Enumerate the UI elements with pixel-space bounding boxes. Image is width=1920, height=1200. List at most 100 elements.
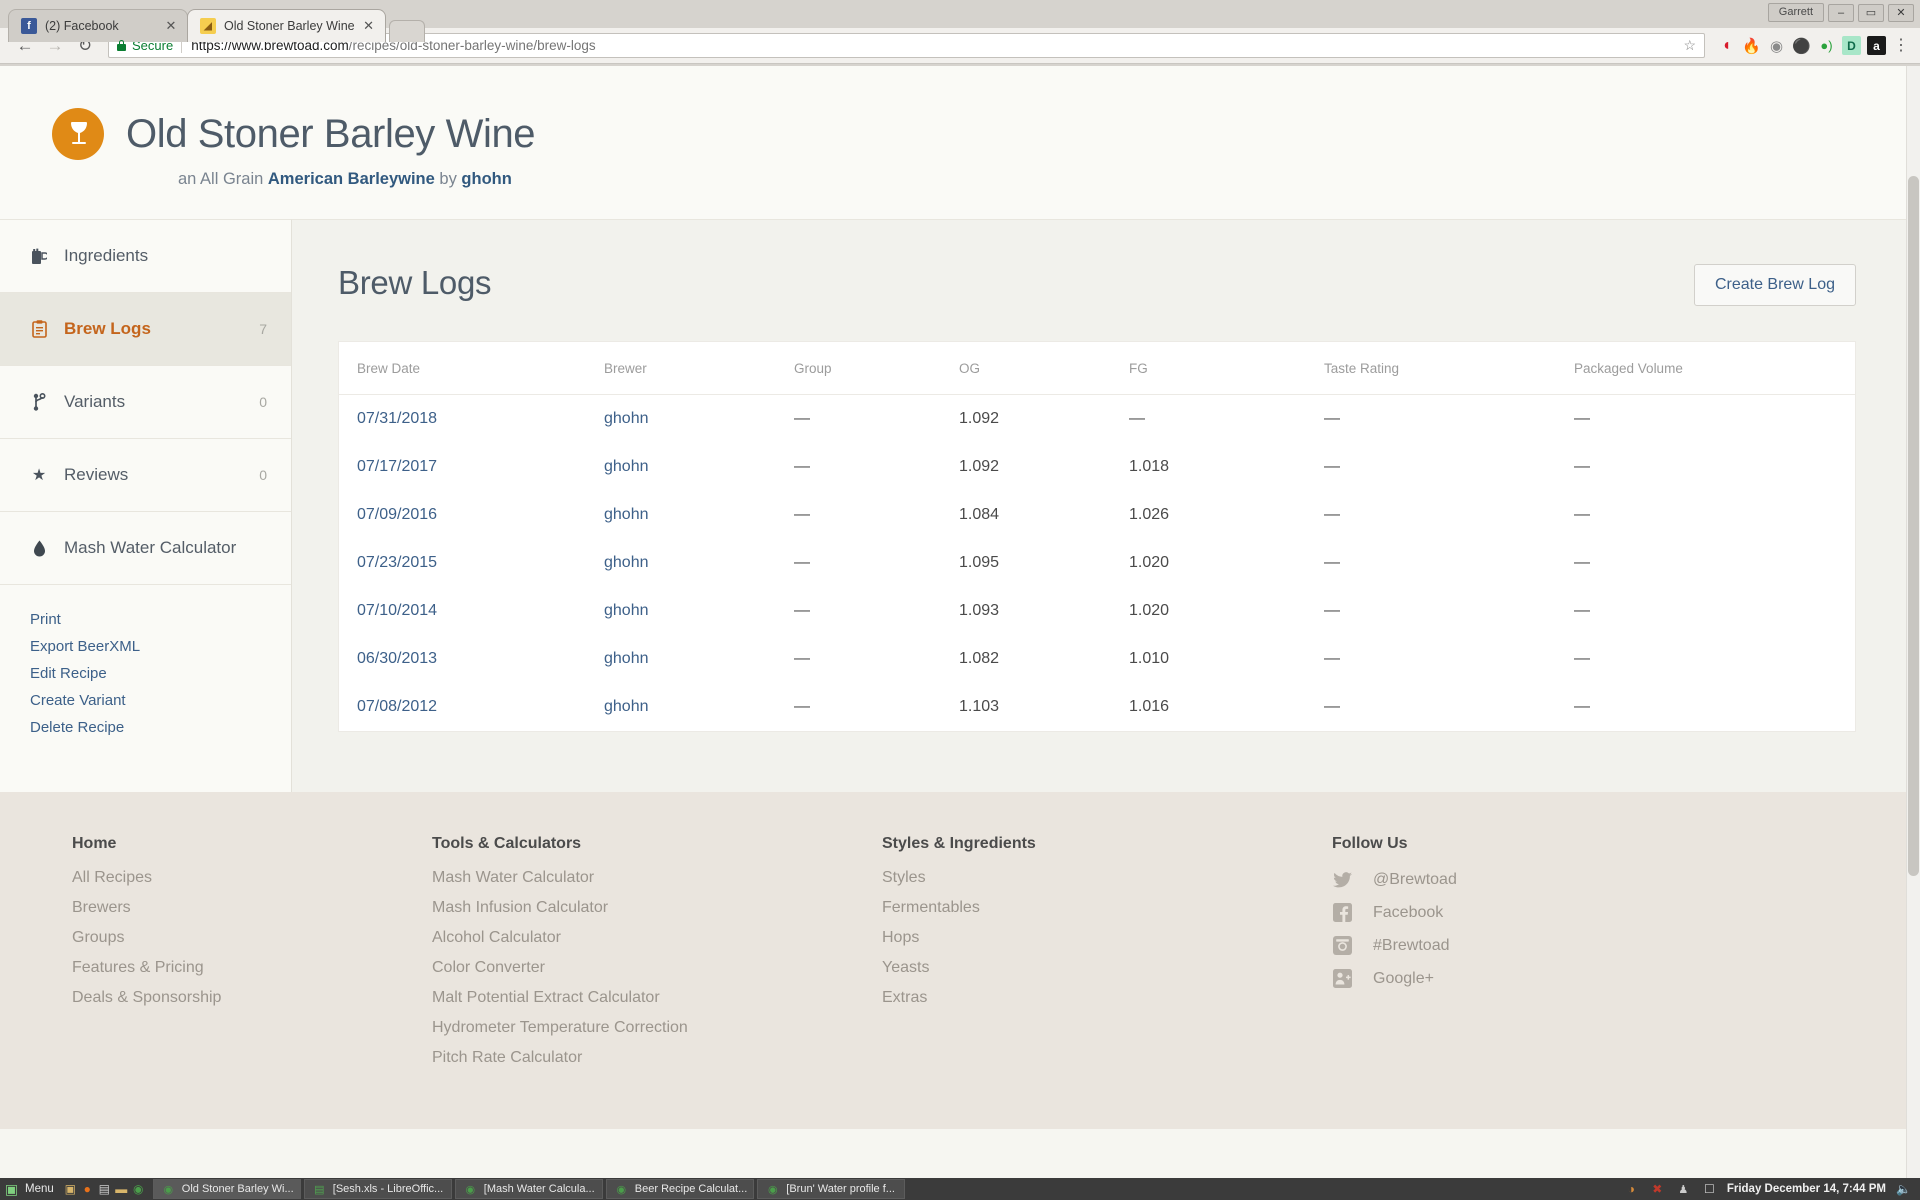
brew-date-link[interactable]: 07/23/2015 [357, 554, 437, 571]
opera-vpn-icon[interactable]: ◖ [1717, 36, 1736, 55]
sidebar-item-ingredients[interactable]: Ingredients [0, 220, 291, 293]
brew-date-link[interactable]: 07/08/2012 [357, 698, 437, 715]
social-link-facebook[interactable]: Facebook [1332, 902, 1732, 923]
brewer-link[interactable]: ghohn [604, 506, 649, 523]
column-header-group[interactable]: Group [794, 342, 959, 395]
footer-link-all-recipes[interactable]: All Recipes [72, 869, 432, 887]
terminal-icon[interactable]: ▤ [96, 1181, 113, 1198]
column-header-packaged-volume[interactable]: Packaged Volume [1574, 342, 1855, 395]
minimize-button[interactable]: – [1828, 3, 1854, 22]
amazon-icon[interactable]: a [1867, 36, 1886, 55]
recipe-author-link[interactable]: ghohn [461, 170, 511, 188]
create-variant-link[interactable]: Create Variant [30, 692, 291, 709]
footer-link-features-pricing[interactable]: Features & Pricing [72, 959, 432, 977]
footer-link-deals-sponsorship[interactable]: Deals & Sponsorship [72, 989, 432, 1007]
footer-link-fermentables[interactable]: Fermentables [882, 899, 1332, 917]
scrollbar-thumb[interactable] [1908, 176, 1919, 876]
brew-date-link[interactable]: 07/17/2017 [357, 458, 437, 475]
volume-icon[interactable]: 🔈 [1895, 1181, 1912, 1198]
brew-date-link[interactable]: 07/09/2016 [357, 506, 437, 523]
create-brew-log-button[interactable]: Create Brew Log [1693, 264, 1856, 306]
footer-link-groups[interactable]: Groups [72, 929, 432, 947]
brewer-link[interactable]: ghohn [604, 602, 649, 619]
brewer-link[interactable]: ghohn [604, 410, 649, 427]
firefox-icon[interactable]: ● [79, 1181, 96, 1198]
footer-link-alcohol-calculator[interactable]: Alcohol Calculator [432, 929, 882, 947]
sidebar-item-mash-water-calculator[interactable]: Mash Water Calculator [0, 512, 291, 585]
folder-icon[interactable]: ▬ [113, 1181, 130, 1198]
cell-brew-date: 07/31/2018 [339, 395, 604, 444]
footer-link-extras[interactable]: Extras [882, 989, 1332, 1007]
footer-link-brewers[interactable]: Brewers [72, 899, 432, 917]
close-icon[interactable]: ✕ [163, 18, 179, 34]
taskbar-item-libreoffice[interactable]: ▤ [Sesh.xls - LibreOffic... [303, 1179, 452, 1199]
column-header-brew-date[interactable]: Brew Date [339, 342, 604, 395]
maximize-button[interactable]: ▭ [1858, 3, 1884, 22]
column-header-brewer[interactable]: Brewer [604, 342, 794, 395]
film-reel-icon[interactable]: ◉ [1767, 36, 1786, 55]
table-row[interactable]: 07/23/2015 ghohn — 1.095 1.020 — — [339, 539, 1855, 587]
table-row[interactable]: 07/31/2018 ghohn — 1.092 — — — [339, 395, 1855, 444]
brew-date-link[interactable]: 06/30/2013 [357, 650, 437, 667]
brewer-link[interactable]: ghohn [604, 698, 649, 715]
brewer-link[interactable]: ghohn [604, 458, 649, 475]
footer-link-yeasts[interactable]: Yeasts [882, 959, 1332, 977]
chrome-icon[interactable]: ◉ [130, 1181, 147, 1198]
weather-icon[interactable]: ◑ [1623, 1181, 1640, 1198]
column-header-taste-rating[interactable]: Taste Rating [1324, 342, 1574, 395]
start-menu-button[interactable]: ▣ Menu [0, 1178, 62, 1200]
signal-icon[interactable]: ●) [1817, 36, 1836, 55]
dashlane-icon[interactable]: D [1842, 36, 1861, 55]
table-row[interactable]: 06/30/2013 ghohn — 1.082 1.010 — — [339, 635, 1855, 683]
close-button[interactable]: ✕ [1888, 3, 1914, 22]
sidebar-item-variants[interactable]: Variants 0 [0, 366, 291, 439]
flame-icon[interactable]: 🔥 [1742, 36, 1761, 55]
delete-recipe-link[interactable]: Delete Recipe [30, 719, 291, 736]
footer-link-pitch-rate-calculator[interactable]: Pitch Rate Calculator [432, 1049, 882, 1067]
files-icon[interactable]: ▣ [62, 1181, 79, 1198]
user-label[interactable]: Garrett [1767, 3, 1824, 22]
print-link[interactable]: Print [30, 611, 291, 628]
brewer-link[interactable]: ghohn [604, 554, 649, 571]
footer-link-hydrometer-temperature-correction[interactable]: Hydrometer Temperature Correction [432, 1019, 882, 1037]
user-icon[interactable]: ♟ [1675, 1181, 1692, 1198]
table-row[interactable]: 07/08/2012 ghohn — 1.103 1.016 — — [339, 683, 1855, 731]
column-header-og[interactable]: OG [959, 342, 1129, 395]
shield-icon[interactable]: ✖ [1649, 1181, 1666, 1198]
recipe-style-link[interactable]: American Barleywine [268, 170, 435, 188]
display-icon[interactable]: ☐ [1701, 1181, 1718, 1198]
footer-link-mash-infusion-calculator[interactable]: Mash Infusion Calculator [432, 899, 882, 917]
footer-link-mash-water-calculator[interactable]: Mash Water Calculator [432, 869, 882, 887]
sidebar-item-brew-logs[interactable]: Brew Logs 7 [0, 293, 291, 366]
taskbar-item-mash-water[interactable]: ◉ [Mash Water Calcula... [454, 1179, 603, 1199]
clock[interactable]: Friday December 14, 7:44 PM [1727, 1183, 1886, 1195]
taskbar-item-beer-recipe[interactable]: ◉ Beer Recipe Calculat... [605, 1179, 755, 1199]
footer-link-hops[interactable]: Hops [882, 929, 1332, 947]
brewer-link[interactable]: ghohn [604, 650, 649, 667]
taskbar-item-brewtoad[interactable]: ◉ Old Stoner Barley Wi... [152, 1179, 301, 1199]
table-row[interactable]: 07/17/2017 ghohn — 1.092 1.018 — — [339, 443, 1855, 491]
table-row[interactable]: 07/09/2016 ghohn — 1.084 1.026 — — [339, 491, 1855, 539]
brew-date-link[interactable]: 07/31/2018 [357, 410, 437, 427]
footer-link-color-converter[interactable]: Color Converter [432, 959, 882, 977]
social-link-instagram[interactable]: #Brewtoad [1332, 935, 1732, 956]
mask-icon[interactable]: ⚫ [1792, 36, 1811, 55]
page-scrollbar[interactable] [1906, 66, 1920, 1178]
social-link-google-plus[interactable]: Google+ [1332, 968, 1732, 989]
footer-link-styles[interactable]: Styles [882, 869, 1332, 887]
table-row[interactable]: 07/10/2014 ghohn — 1.093 1.020 — — [339, 587, 1855, 635]
column-header-fg[interactable]: FG [1129, 342, 1324, 395]
brew-date-link[interactable]: 07/10/2014 [357, 602, 437, 619]
export-beerxml-link[interactable]: Export BeerXML [30, 638, 291, 655]
chrome-menu-icon[interactable]: ⋮ [1892, 36, 1910, 55]
browser-tab-brewtoad[interactable]: ◢ Old Stoner Barley Wine ✕ [187, 9, 386, 42]
browser-tab-facebook[interactable]: f (2) Facebook ✕ [8, 9, 188, 42]
edit-recipe-link[interactable]: Edit Recipe [30, 665, 291, 682]
close-icon[interactable]: ✕ [361, 18, 377, 34]
new-tab-button[interactable] [388, 20, 425, 42]
bookmark-star-icon[interactable]: ☆ [1683, 37, 1696, 54]
sidebar-item-reviews[interactable]: ★ Reviews 0 [0, 439, 291, 512]
footer-link-malt-potential-extract-calculator[interactable]: Malt Potential Extract Calculator [432, 989, 882, 1007]
social-link-twitter[interactable]: @Brewtoad [1332, 869, 1732, 890]
taskbar-item-brun-water[interactable]: ◉ [Brun' Water profile f... [757, 1179, 906, 1199]
